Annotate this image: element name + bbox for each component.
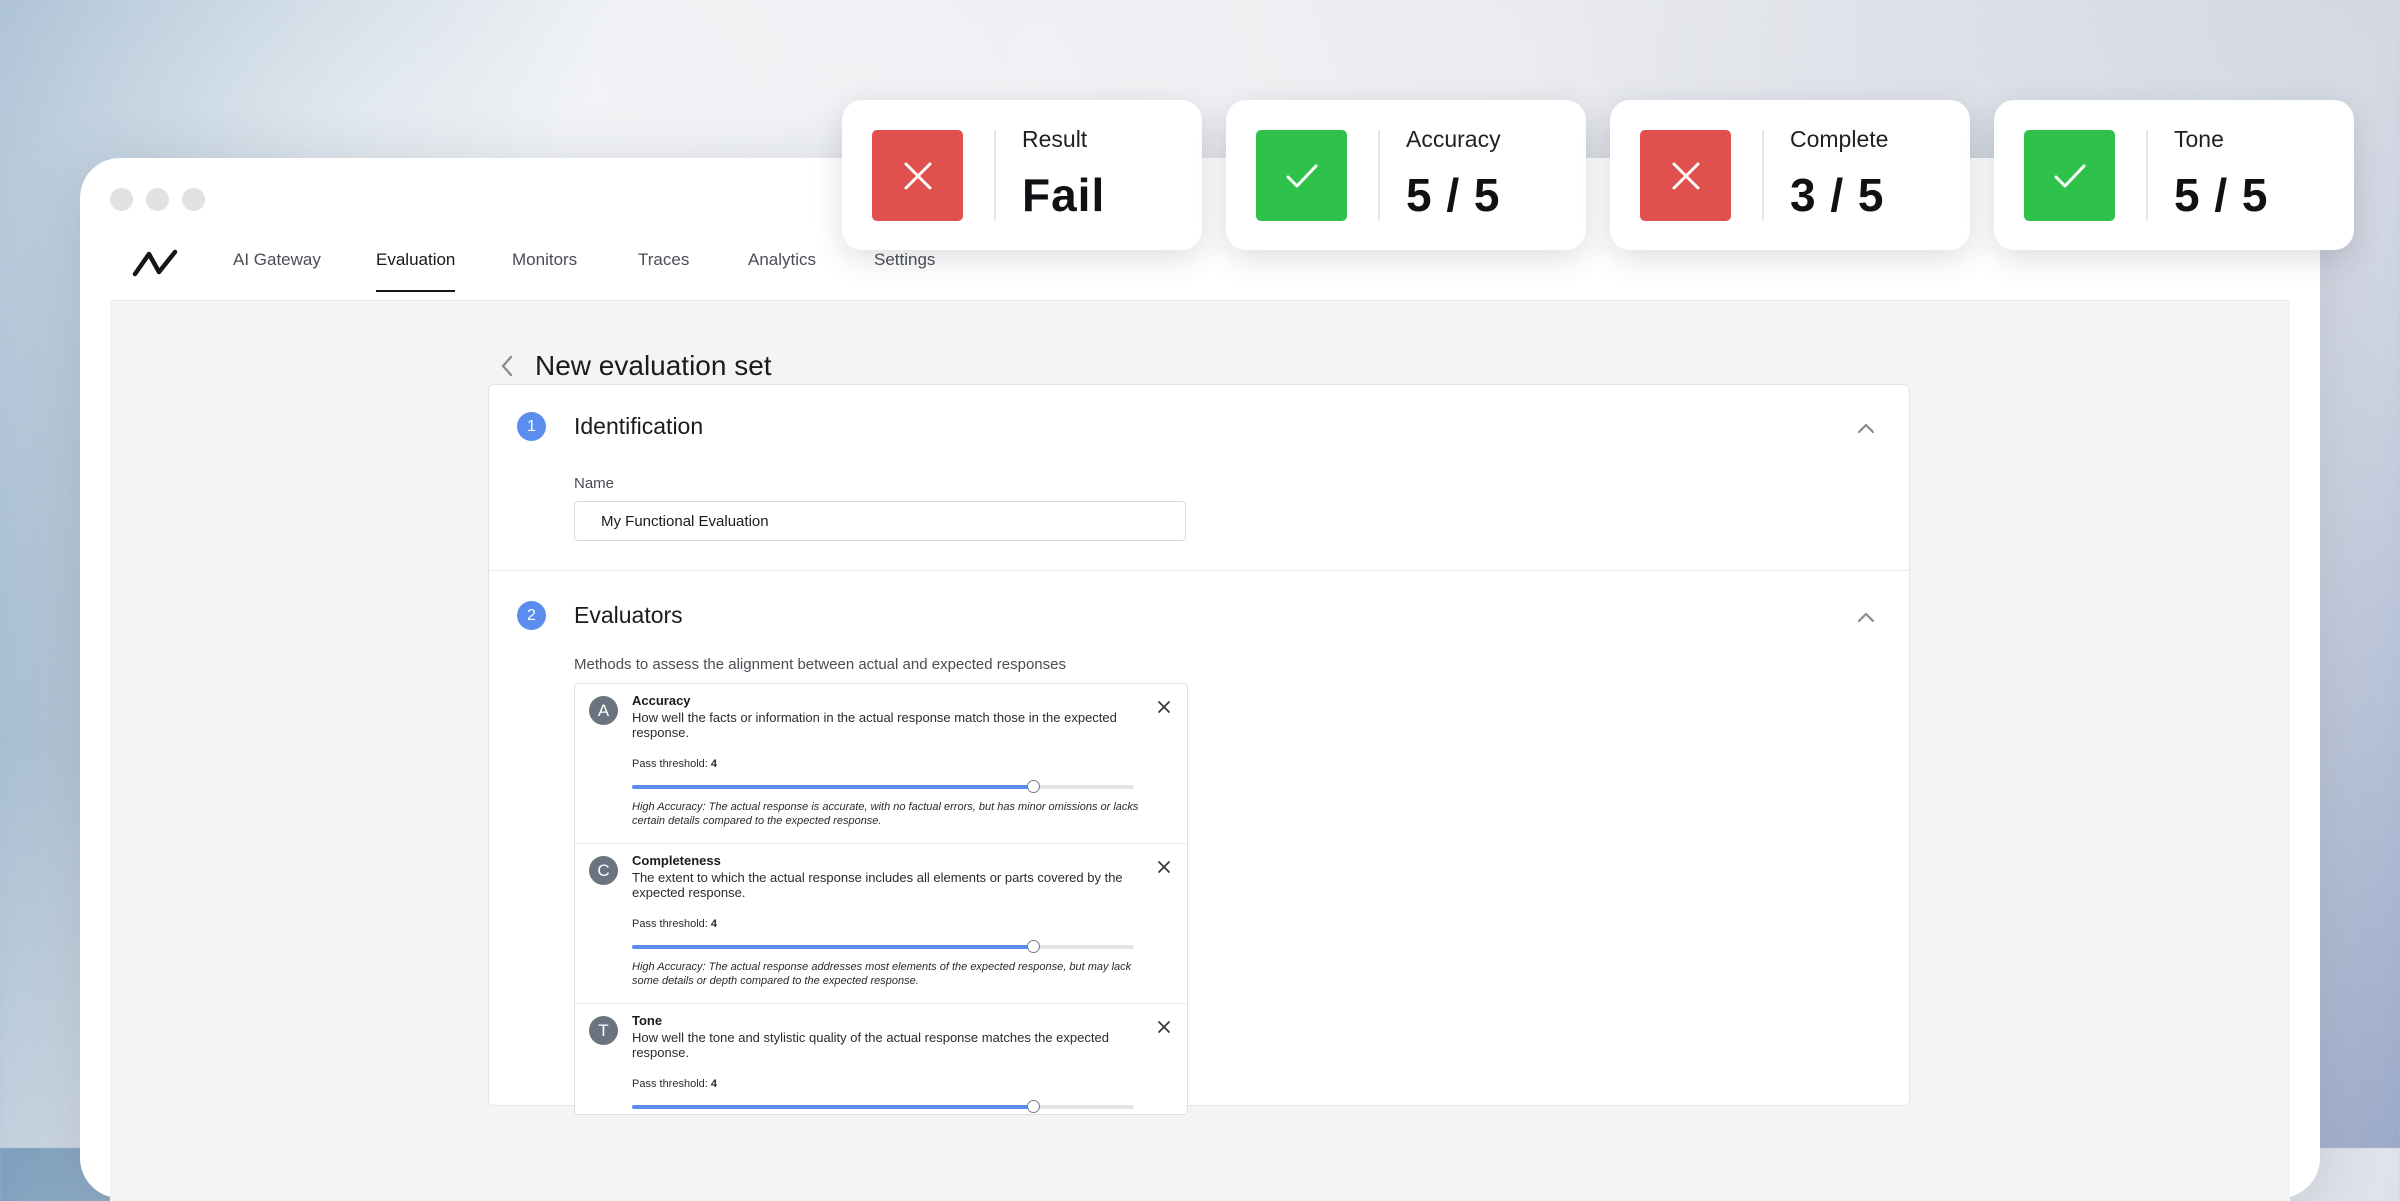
slider-thumb[interactable] (1026, 780, 1040, 793)
evaluator-avatar: C (589, 856, 618, 885)
pass-threshold: Pass threshold: 4 (632, 918, 718, 930)
metric-value: 3 / 5 (1790, 169, 1885, 221)
slider-fill (632, 785, 1034, 789)
metric-card-accuracy: Accuracy 5 / 5 (1226, 100, 1586, 250)
name-input[interactable] (574, 501, 1186, 541)
x-icon (1672, 162, 1700, 190)
section-title-identification: Identification (574, 413, 704, 439)
threshold-slider[interactable] (632, 940, 1134, 954)
slider-fill (632, 1105, 1034, 1109)
main-content: New evaluation set 1 Identification Name… (110, 301, 2290, 1201)
metric-card-complete: Complete 3 / 5 (1610, 100, 1970, 250)
evaluation-form-card: 1 Identification Name 2 Evaluators Metho… (488, 384, 1910, 1115)
evaluator-description: The extent to which the actual response … (632, 870, 1123, 900)
status-box (1256, 130, 1347, 221)
status-box (2024, 130, 2115, 221)
check-icon (1286, 164, 1318, 188)
evaluator-description: How well the tone and stylistic quality … (632, 1030, 1109, 1060)
evaluator-avatar: T (589, 1016, 618, 1045)
close-icon[interactable] (1155, 698, 1173, 716)
evaluator-name: Tone (632, 1013, 663, 1028)
evaluator-name: Completeness (632, 853, 721, 868)
metric-card-result: Result Fail (842, 100, 1202, 250)
evaluator-note: High Accuracy: The actual response addre… (632, 961, 1132, 987)
evaluator-note: High Accuracy: The actual response is ac… (632, 801, 1139, 827)
window-controls (110, 188, 205, 211)
metric-value: 5 / 5 (2174, 169, 2269, 221)
brand-logo-icon[interactable] (132, 248, 180, 278)
step-badge-2: 2 (517, 601, 546, 630)
status-box (1640, 130, 1731, 221)
section-title-evaluators: Evaluators (574, 602, 683, 628)
maximize-window-dot[interactable] (182, 188, 205, 211)
evaluator-accuracy: A Accuracy How well the facts or informa… (575, 684, 1187, 844)
check-icon (2054, 164, 2086, 188)
chevron-left-icon[interactable] (495, 351, 519, 381)
nav-item-ai-gateway[interactable]: AI Gateway (233, 250, 321, 270)
pass-threshold: Pass threshold: 4 (632, 758, 718, 770)
metric-value: 5 / 5 (1406, 169, 1501, 221)
metric-card-tone: Tone 5 / 5 (1994, 100, 2354, 250)
slider-thumb[interactable] (1026, 940, 1040, 953)
evaluator-list: A Accuracy How well the facts or informa… (574, 683, 1188, 1115)
metric-label: Accuracy (1406, 126, 1501, 152)
evaluator-completeness: C Completeness The extent to which the a… (575, 844, 1187, 1004)
metric-value: Fail (1022, 169, 1106, 221)
close-icon[interactable] (1155, 1018, 1173, 1036)
threshold-slider[interactable] (632, 780, 1134, 794)
minimize-window-dot[interactable] (146, 188, 169, 211)
evaluator-description: How well the facts or information in the… (632, 710, 1117, 740)
evaluator-name: Accuracy (632, 693, 691, 708)
metric-label: Complete (1790, 126, 1889, 152)
chevron-up-icon[interactable] (1855, 421, 1877, 435)
nav-item-analytics[interactable]: Analytics (748, 250, 816, 270)
pass-threshold: Pass threshold: 4 (632, 1078, 718, 1090)
close-window-dot[interactable] (110, 188, 133, 211)
step-badge-1: 1 (517, 412, 546, 441)
nav-item-traces[interactable]: Traces (638, 250, 689, 270)
nav-item-settings[interactable]: Settings (874, 250, 935, 270)
evaluators-description: Methods to assess the alignment between … (574, 656, 1066, 673)
section-divider (489, 570, 1909, 571)
threshold-slider[interactable] (632, 1100, 1134, 1114)
metric-label: Tone (2174, 126, 2224, 152)
slider-thumb[interactable] (1026, 1100, 1040, 1113)
nav-item-monitors[interactable]: Monitors (512, 250, 577, 270)
x-icon (904, 162, 932, 190)
chevron-up-icon[interactable] (1855, 610, 1877, 624)
name-field-label: Name (574, 475, 615, 492)
evaluator-tone: T Tone How well the tone and stylistic q… (575, 1004, 1187, 1114)
evaluator-avatar: A (589, 696, 618, 725)
metric-label: Result (1022, 126, 1088, 152)
app-window: AI Gateway Evaluation Monitors Traces An… (80, 158, 2320, 1201)
nav-item-evaluation[interactable]: Evaluation (376, 250, 456, 292)
page-title: New evaluation set (535, 350, 772, 381)
slider-fill (632, 945, 1034, 949)
close-icon[interactable] (1155, 858, 1173, 876)
status-box (872, 130, 963, 221)
